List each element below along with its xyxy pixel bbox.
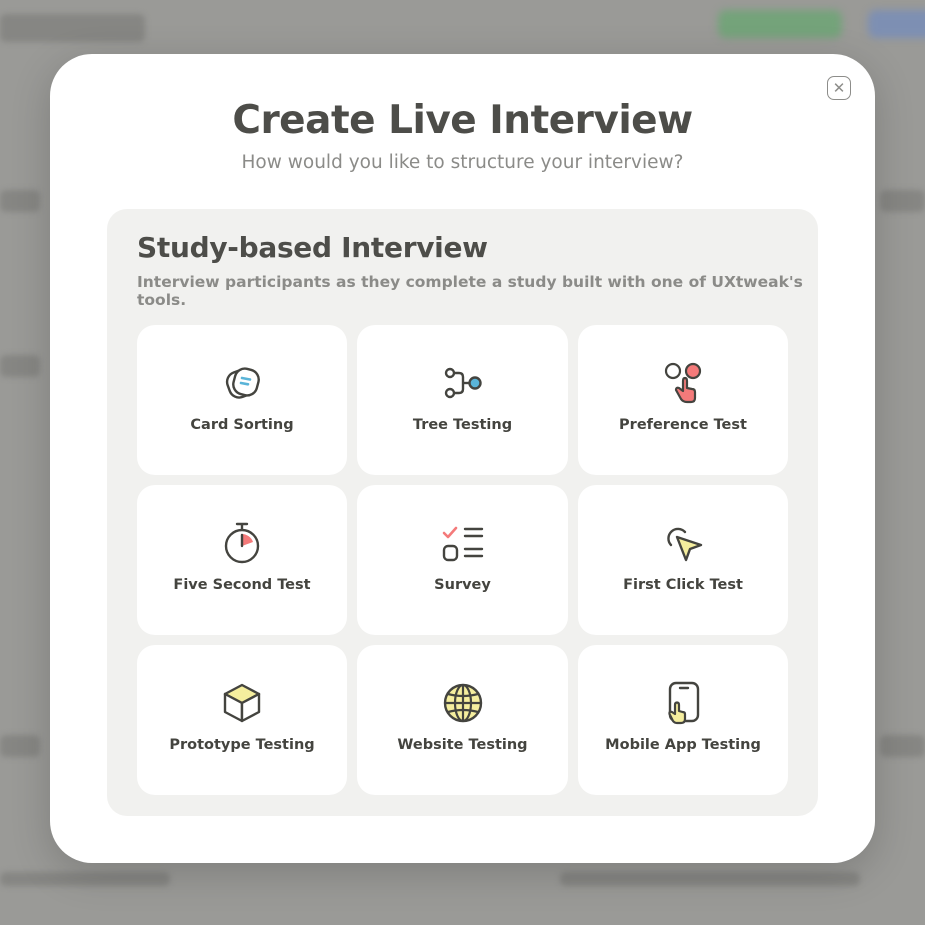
option-label: Website Testing (397, 737, 528, 753)
option-preference-test[interactable]: Preference Test (578, 325, 788, 475)
option-label: Prototype Testing (169, 737, 315, 753)
option-label: Five Second Test (173, 577, 311, 593)
background-text (880, 190, 925, 212)
option-mobile-app-testing[interactable]: Mobile App Testing (578, 645, 788, 795)
dialog-title: Create Live Interview (232, 98, 693, 143)
option-label: First Click Test (623, 577, 743, 593)
study-type-grid: Card Sorting Tree Testing Preference Tes… (137, 325, 788, 795)
option-first-click-test[interactable]: First Click Test (578, 485, 788, 635)
background-text (0, 355, 40, 377)
close-icon: ✕ (832, 78, 846, 97)
option-prototype-testing[interactable]: Prototype Testing (137, 645, 347, 795)
create-live-interview-dialog: ✕ Create Live Interview How would you li… (50, 54, 875, 863)
option-survey[interactable]: Survey (357, 485, 568, 635)
option-label: Mobile App Testing (605, 737, 761, 753)
option-card-sorting[interactable]: Card Sorting (137, 325, 347, 475)
option-label: Card Sorting (190, 417, 294, 433)
background-text (0, 14, 145, 42)
option-website-testing[interactable]: Website Testing (357, 645, 568, 795)
background-text (560, 872, 860, 886)
cube-icon (220, 681, 264, 725)
option-label: Preference Test (619, 417, 747, 433)
mobile-tap-icon (661, 681, 705, 725)
globe-icon (441, 681, 485, 725)
survey-checklist-icon (441, 521, 485, 565)
background-button (868, 10, 925, 38)
background-text (0, 735, 40, 757)
study-based-interview-panel: Study-based Interview Interview particip… (107, 209, 818, 816)
background-text (0, 872, 170, 886)
background-text (880, 735, 925, 757)
close-button[interactable]: ✕ (827, 76, 851, 100)
background-text (0, 190, 40, 212)
section-title: Study-based Interview (137, 231, 488, 264)
cursor-click-icon (661, 521, 705, 565)
preference-test-icon (661, 361, 705, 405)
background-button (718, 10, 842, 38)
option-tree-testing[interactable]: Tree Testing (357, 325, 568, 475)
option-label: Tree Testing (412, 417, 513, 433)
stopwatch-icon (220, 521, 264, 565)
dialog-subtitle: How would you like to structure your int… (241, 152, 684, 173)
option-five-second-test[interactable]: Five Second Test (137, 485, 347, 635)
card-sorting-icon (220, 361, 264, 405)
section-description: Interview participants as they complete … (137, 273, 803, 309)
option-label: Survey (434, 577, 491, 593)
tree-testing-icon (441, 361, 485, 405)
